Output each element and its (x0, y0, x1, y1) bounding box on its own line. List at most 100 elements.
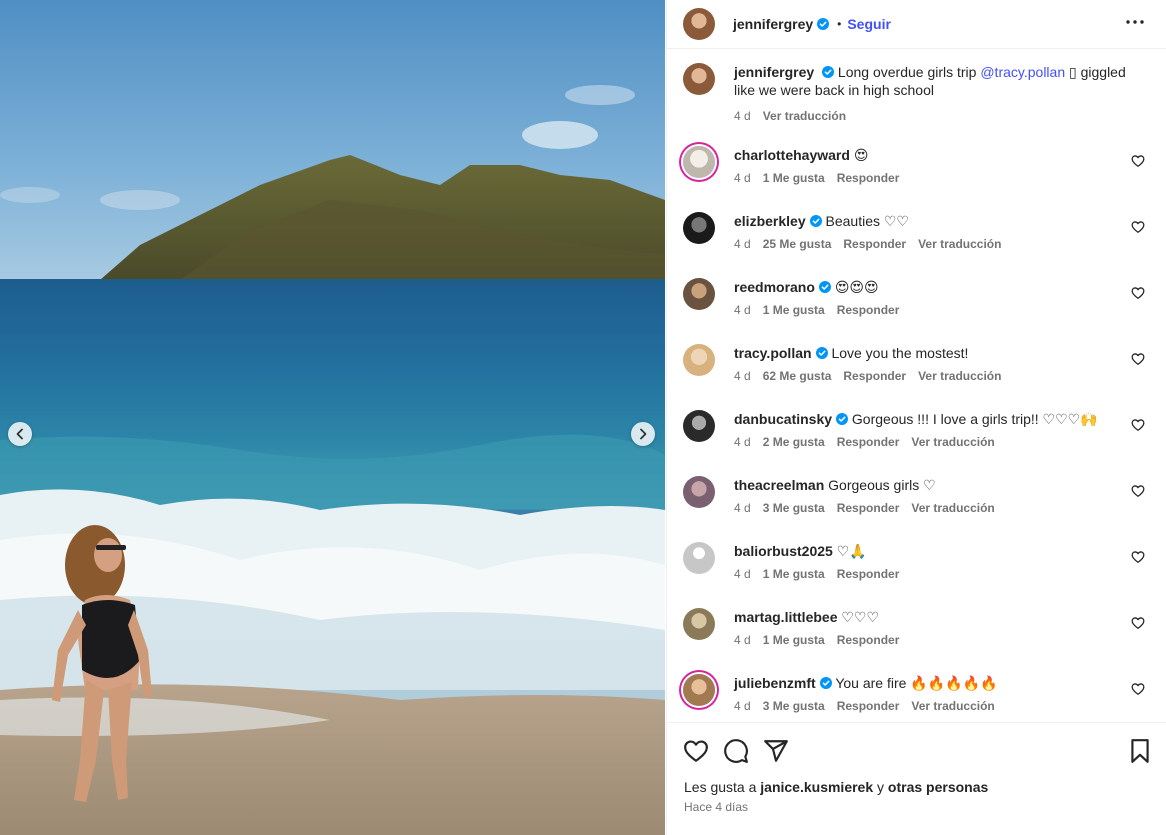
comment-username[interactable]: juliebenzmft (734, 675, 816, 691)
comment-body: juliebenzmft You are fire 🔥🔥🔥🔥🔥 4 d 3 Me g… (734, 674, 1153, 715)
comment-likes[interactable]: 62 Me gusta (763, 367, 832, 385)
translate-link[interactable]: Ver traducción (911, 697, 994, 715)
comment-body: martag.littlebee ♡♡♡ 4 d 1 Me gusta Respond… (734, 608, 1153, 649)
comment-likes[interactable]: 1 Me gusta (763, 301, 825, 319)
comment-row: martag.littlebee ♡♡♡ 4 d 1 Me gusta Respond… (683, 608, 1153, 658)
beach-photo (0, 0, 665, 835)
reply-button[interactable]: Responder (837, 499, 900, 517)
comment-avatar[interactable] (683, 410, 715, 442)
heart-icon[interactable] (1131, 682, 1145, 696)
previous-slide-button[interactable] (8, 422, 32, 446)
comment-username[interactable]: baliorbust2025 (734, 543, 833, 559)
follow-button[interactable]: Seguir (847, 16, 891, 32)
verified-icon (819, 677, 832, 689)
separator-dot: • (837, 17, 842, 31)
comment-likes[interactable]: 3 Me gusta (763, 697, 825, 715)
caption-avatar[interactable] (683, 63, 715, 95)
comment-likes[interactable]: 1 Me gusta (763, 169, 825, 187)
comment-username[interactable]: charlottehayward (734, 147, 850, 163)
comment-meta: 4 d 3 Me gusta Responder Ver traducción (734, 499, 1153, 517)
comment-likes[interactable]: 2 Me gusta (763, 433, 825, 451)
post-media[interactable] (0, 0, 665, 835)
share-icon[interactable] (763, 738, 789, 764)
comment-likes[interactable]: 1 Me gusta (763, 631, 825, 649)
next-slide-button[interactable] (631, 422, 655, 446)
comment-row: danbucatinsky Gorgeous !!! I love a girl… (683, 410, 1153, 460)
reply-button[interactable]: Responder (843, 235, 906, 253)
heart-icon[interactable] (1131, 418, 1145, 432)
reply-button[interactable]: Responder (837, 631, 900, 649)
caption-translate-link[interactable]: Ver traducción (763, 107, 846, 125)
comment-likes[interactable]: 3 Me gusta (763, 499, 825, 517)
comment-username[interactable]: reedmorano (734, 279, 815, 295)
comment-likes[interactable]: 1 Me gusta (763, 565, 825, 583)
comment-avatar[interactable] (683, 146, 715, 178)
comment-meta: 4 d 1 Me gusta Responder (734, 565, 1153, 583)
reply-button[interactable]: Responder (837, 565, 900, 583)
bookmark-icon[interactable] (1127, 738, 1153, 764)
heart-icon[interactable] (1131, 550, 1145, 564)
translate-link[interactable]: Ver traducción (918, 235, 1001, 253)
comment-avatar[interactable] (683, 542, 715, 574)
comment-time: 4 d (734, 237, 751, 251)
heart-icon[interactable] (1131, 352, 1145, 366)
more-options-button[interactable] (1123, 10, 1147, 34)
more-icon (1126, 20, 1144, 24)
caption-username[interactable]: jennifergrey (734, 64, 814, 80)
comment-meta: 4 d 62 Me gusta Responder Ver traducción (734, 367, 1153, 385)
comment-text: Love you the mostest! (831, 345, 969, 361)
post-date: Hace 4 días (684, 800, 749, 814)
verified-icon (822, 66, 835, 78)
comment-username[interactable]: danbucatinsky (734, 411, 832, 427)
post-caption: jennifergrey Long overdue girls trip @tr… (683, 63, 1143, 133)
comment-username[interactable]: elizberkley (734, 213, 806, 229)
comment-username[interactable]: theacreelman (734, 477, 824, 493)
author-avatar[interactable] (683, 8, 715, 40)
reply-button[interactable]: Responder (837, 433, 900, 451)
comment-body: theacreelman Gorgeous girls ♡ 4 d 3 Me gus… (734, 476, 1153, 517)
likes-user[interactable]: janice.kusmierek (760, 779, 873, 795)
heart-icon[interactable] (1131, 154, 1145, 168)
translate-link[interactable]: Ver traducción (918, 367, 1001, 385)
likes-prefix: Les gusta a (684, 779, 757, 795)
comment-avatar[interactable] (683, 476, 715, 508)
heart-icon[interactable] (683, 738, 709, 764)
comment-avatar[interactable] (683, 344, 715, 376)
comment-body: charlottehayward 😍 4 d 1 Me gusta Responder (734, 146, 1153, 187)
comment-avatar[interactable] (683, 212, 715, 244)
reply-button[interactable]: Responder (837, 301, 900, 319)
reply-button[interactable]: Responder (843, 367, 906, 385)
comment-meta: 4 d 1 Me gusta Responder (734, 169, 1153, 187)
caption-meta: 4 d Ver traducción (734, 107, 1143, 125)
reply-button[interactable]: Responder (837, 169, 900, 187)
comment-time: 4 d (734, 501, 751, 515)
caption-mention[interactable]: @tracy.pollan (980, 64, 1065, 80)
comment-username[interactable]: tracy.pollan (734, 345, 812, 361)
comment-time: 4 d (734, 435, 751, 449)
heart-icon[interactable] (1131, 220, 1145, 234)
comment-row: theacreelman Gorgeous girls ♡ 4 d 3 Me gus… (683, 476, 1153, 526)
comment-avatar[interactable] (683, 278, 715, 310)
comment-avatar[interactable] (683, 608, 715, 640)
translate-link[interactable]: Ver traducción (911, 499, 994, 517)
comment-username[interactable]: martag.littlebee (734, 609, 837, 625)
comment-text: 😍 (853, 147, 869, 163)
comment-time: 4 d (734, 303, 751, 317)
likes-others[interactable]: otras personas (888, 779, 988, 795)
heart-icon[interactable] (1131, 616, 1145, 630)
verified-icon (809, 215, 822, 227)
author-username[interactable]: jennifergrey (733, 16, 813, 32)
comment-icon[interactable] (723, 738, 749, 764)
post-panel: jennifergrey • Seguir jennifergrey Long … (666, 0, 1166, 835)
comment-text: Gorgeous girls ♡ (828, 477, 936, 493)
comments-list[interactable]: jennifergrey Long overdue girls trip @tr… (667, 49, 1166, 722)
translate-link[interactable]: Ver traducción (911, 433, 994, 451)
comment-row: tracy.pollan Love you the mostest! 4 d 62 … (683, 344, 1153, 394)
heart-icon[interactable] (1131, 484, 1145, 498)
comment-avatar[interactable] (683, 674, 715, 706)
comment-meta: 4 d 25 Me gusta Responder Ver traducción (734, 235, 1153, 253)
reply-button[interactable]: Responder (837, 697, 900, 715)
heart-icon[interactable] (1131, 286, 1145, 300)
comment-likes[interactable]: 25 Me gusta (763, 235, 832, 253)
action-bar: Les gusta a janice.kusmierek y otras per… (667, 722, 1166, 835)
